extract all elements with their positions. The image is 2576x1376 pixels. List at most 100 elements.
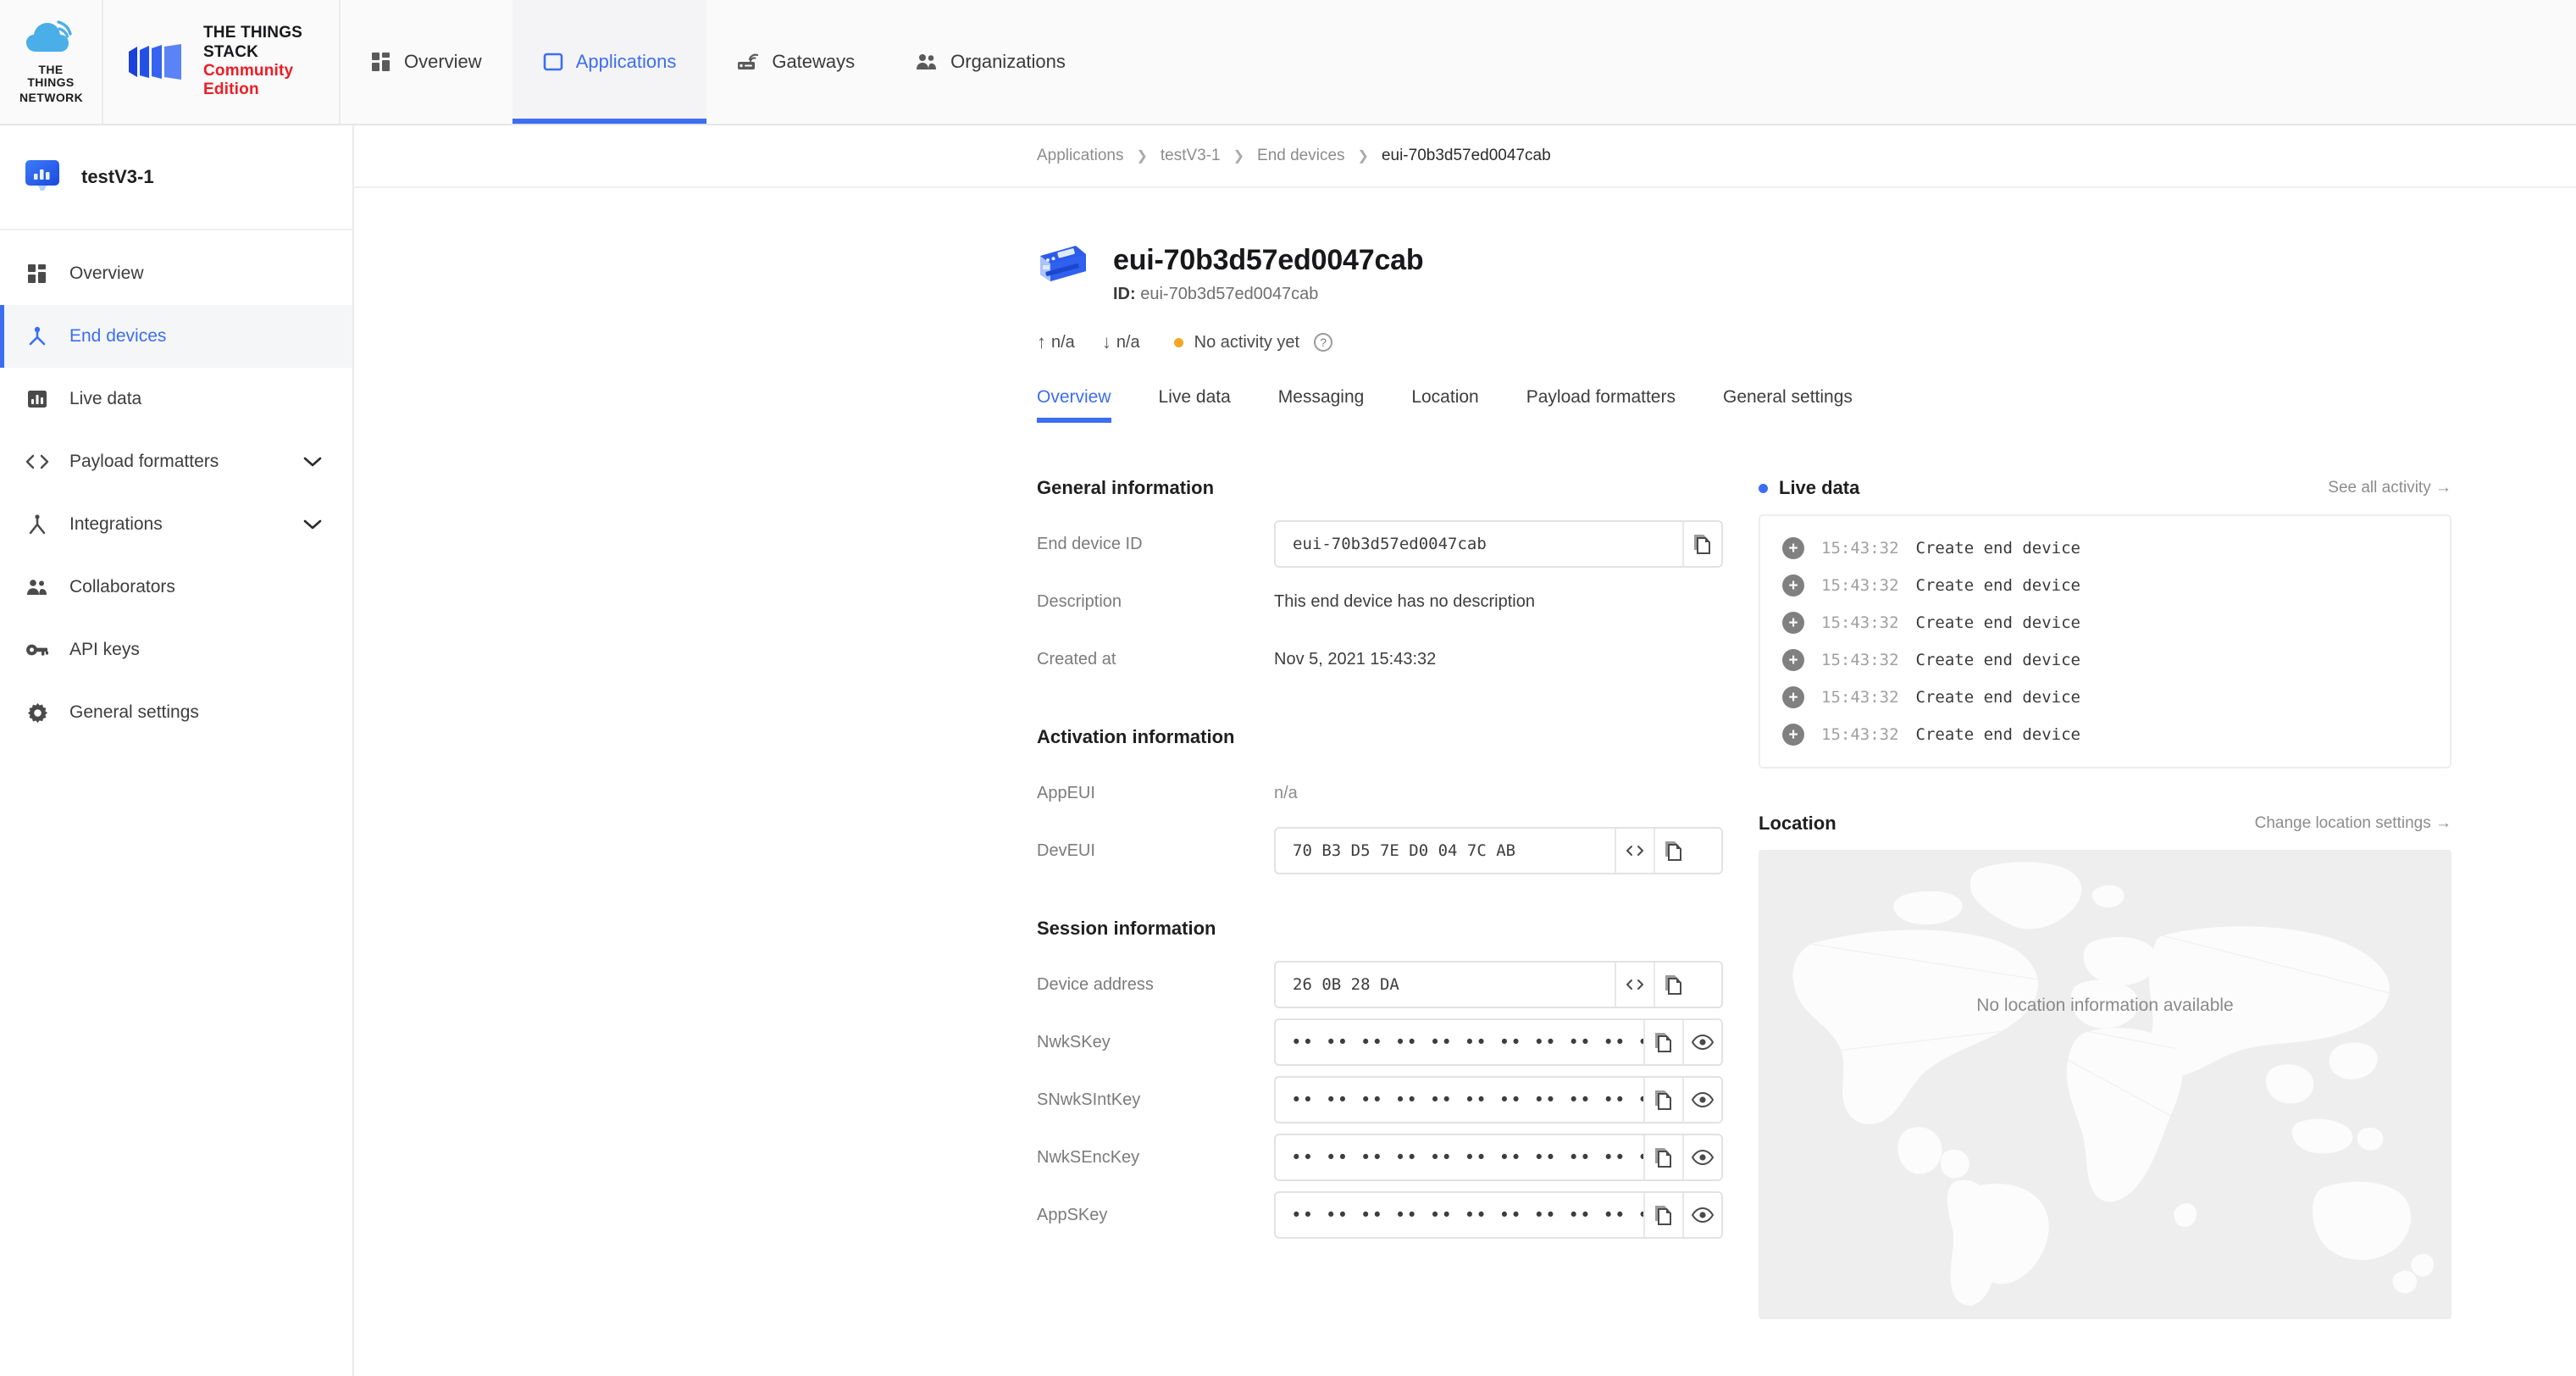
snwksintkey-input[interactable]: •• •• •• •• •• •• •• •• •• •• •• •• •• •…: [1274, 1076, 1723, 1124]
sidebar-item-api-keys[interactable]: API keys: [0, 619, 352, 681]
list-item[interactable]: + 15:43:32 Create end device: [1760, 604, 2450, 641]
breadcrumb-application[interactable]: testV3-1: [1161, 147, 1221, 165]
field-value: 70 B3 D5 7E D0 04 7C AB: [1293, 841, 1516, 860]
tab-general-settings[interactable]: General settings: [1699, 387, 1876, 423]
list-item[interactable]: + 15:43:32 Create end device: [1760, 679, 2450, 716]
ttn-cloud-icon: [26, 20, 72, 52]
sidebar-item-overview[interactable]: Overview: [0, 242, 352, 305]
brand-line-1: THE THINGS STACK: [203, 24, 303, 61]
field-value: 26 0B 28 DA: [1293, 975, 1399, 994]
sidebar-item-payload-formatters[interactable]: Payload formatters: [0, 430, 352, 493]
list-item[interactable]: + 15:43:32 Create end device: [1760, 567, 2450, 604]
sidebar-item-live-data[interactable]: Live data: [0, 368, 352, 430]
sidebar-app-name: testV3-1: [81, 166, 154, 187]
session-information-section: Session information Device address 26 0B…: [1037, 918, 1723, 1241]
stack-layers-icon: [127, 42, 188, 82]
deveui-input[interactable]: 70 B3 D5 7E D0 04 7C AB: [1274, 827, 1723, 874]
field-appskey: AppSKey •• •• •• •• •• •• •• •• •• •• ••…: [1037, 1189, 1723, 1241]
code-icon[interactable]: [1615, 829, 1654, 873]
chevron-down-icon[interactable]: [303, 519, 322, 530]
appskey-input[interactable]: •• •• •• •• •• •• •• •• •• •• •• •• •• •…: [1274, 1191, 1723, 1239]
help-icon[interactable]: ?: [1314, 333, 1333, 352]
sidebar-item-live-data-label: Live data: [69, 389, 142, 408]
live-data-list: + 15:43:32 Create end device + 15:43:32 …: [1759, 514, 2451, 768]
masked-value: •• •• •• •• •• •• •• •• •• •• •• •• •• •…: [1291, 1205, 1643, 1225]
breadcrumb-current: eui-70b3d57ed0047cab: [1381, 147, 1551, 164]
sidebar-item-collaborators-label: Collaborators: [69, 577, 175, 596]
copy-icon[interactable]: [1643, 1020, 1682, 1064]
chevron-down-icon[interactable]: [303, 456, 322, 468]
list-item[interactable]: + 15:43:32 Create end device: [1760, 530, 2450, 567]
device-address-input[interactable]: 26 0B 28 DA: [1274, 961, 1723, 1008]
event-message: Create end device: [1915, 725, 2080, 744]
tab-location[interactable]: Location: [1388, 387, 1502, 423]
status-text: No activity yet: [1194, 332, 1300, 352]
copy-icon[interactable]: [1682, 522, 1721, 566]
eye-icon[interactable]: [1682, 1020, 1721, 1064]
field-end-device-id: End device ID eui-70b3d57ed0047cab: [1037, 518, 1723, 570]
sidebar-item-general-settings[interactable]: General settings: [0, 681, 352, 744]
copy-icon[interactable]: [1643, 1193, 1682, 1237]
sidebar-item-integrations[interactable]: Integrations: [0, 493, 352, 556]
field-deveui: DevEUI 70 B3 D5 7E D0 04 7C AB: [1037, 824, 1723, 877]
sidebar-item-end-devices[interactable]: End devices: [0, 305, 352, 368]
field-label: NwkSKey: [1037, 1032, 1111, 1051]
breadcrumb-applications[interactable]: Applications: [1037, 147, 1123, 165]
masked-value: •• •• •• •• •• •• •• •• •• •• •• •• •• •…: [1291, 1032, 1643, 1052]
device-side-panels: Live data See all activity → + 15:43:32 …: [1759, 477, 2451, 1319]
copy-icon[interactable]: [1643, 1078, 1682, 1122]
tab-live-data[interactable]: Live data: [1135, 387, 1255, 423]
nav-item-applications[interactable]: Applications: [512, 0, 707, 124]
list-item[interactable]: + 15:43:32 Create end device: [1760, 716, 2450, 753]
field-value: This end device has no description: [1274, 591, 1535, 611]
gateway-icon: [737, 52, 759, 72]
field-label: NwkSEncKey: [1037, 1147, 1140, 1167]
sidebar-item-overview-label: Overview: [69, 264, 144, 283]
sidebar-app-header[interactable]: testV3-1: [0, 125, 352, 230]
nav-item-gateways[interactable]: Gateways: [706, 0, 885, 124]
tab-overview[interactable]: Overview: [1037, 387, 1135, 423]
nav-item-overview[interactable]: Overview: [341, 0, 512, 124]
field-nwksenckey: NwkSEncKey •• •• •• •• •• •• •• •• •• ••…: [1037, 1131, 1723, 1184]
nwksenckey-input[interactable]: •• •• •• •• •• •• •• •• •• •• •• •• •• •…: [1274, 1134, 1723, 1181]
nav-item-organizations[interactable]: Organizations: [885, 0, 1096, 124]
device-details-column: General information End device ID eui-70…: [1037, 477, 1723, 1319]
top-navigation-bar: THE THINGS NETWORK THE THINGS STACK Comm…: [0, 0, 2576, 125]
copy-icon[interactable]: [1643, 1135, 1682, 1179]
location-header: Location Change location settings →: [1759, 813, 2451, 835]
see-all-activity-link[interactable]: See all activity →: [2328, 479, 2451, 497]
sidebar-item-integrations-label: Integrations: [69, 514, 163, 534]
location-map[interactable]: No location information available: [1759, 850, 2451, 1319]
field-label: Description: [1037, 591, 1122, 611]
copy-icon[interactable]: [1654, 963, 1692, 1007]
device-header: eui-70b3d57ed0047cab ID: eui-70b3d57ed00…: [1037, 188, 2576, 304]
plus-circle-icon: +: [1782, 574, 1804, 596]
eye-icon[interactable]: [1682, 1193, 1721, 1237]
field-nwkskey: NwkSKey •• •• •• •• •• •• •• •• •• •• ••…: [1037, 1016, 1723, 1068]
nwkskey-input[interactable]: •• •• •• •• •• •• •• •• •• •• •• •• •• •…: [1274, 1018, 1723, 1066]
arrow-up-icon: ↑: [1037, 331, 1046, 352]
sidebar-item-collaborators[interactable]: Collaborators: [0, 556, 352, 619]
breadcrumb-separator-icon: ❯: [1233, 149, 1245, 164]
eye-icon[interactable]: [1682, 1078, 1721, 1122]
plus-circle-icon: +: [1782, 537, 1804, 559]
change-location-settings-link[interactable]: Change location settings →: [2255, 814, 2451, 833]
plus-circle-icon: +: [1782, 649, 1804, 671]
event-message: Create end device: [1915, 539, 2080, 558]
tab-payload-formatters[interactable]: Payload formatters: [1503, 387, 1699, 423]
main-content: Applications ❯ testV3-1 ❯ End devices ❯ …: [354, 125, 2576, 1376]
ttn-logo-line1: THE THINGS: [27, 63, 75, 89]
stack-brand[interactable]: THE THINGS STACK Community Edition: [103, 0, 341, 124]
grid-icon: [371, 52, 391, 72]
masked-value: •• •• •• •• •• •• •• •• •• •• •• •• •• •…: [1291, 1147, 1643, 1168]
list-item[interactable]: + 15:43:32 Create end device: [1760, 641, 2450, 679]
breadcrumb-end-devices[interactable]: End devices: [1257, 147, 1345, 165]
breadcrumb-bar: Applications ❯ testV3-1 ❯ End devices ❯ …: [354, 125, 2576, 188]
code-icon[interactable]: [1615, 963, 1654, 1007]
ttn-logo[interactable]: THE THINGS NETWORK: [0, 0, 103, 124]
end-device-id-input[interactable]: eui-70b3d57ed0047cab: [1274, 520, 1723, 568]
copy-icon[interactable]: [1654, 829, 1692, 873]
tab-messaging[interactable]: Messaging: [1255, 387, 1388, 423]
live-data-panel: Live data See all activity → + 15:43:32 …: [1759, 477, 2451, 768]
eye-icon[interactable]: [1682, 1135, 1721, 1179]
